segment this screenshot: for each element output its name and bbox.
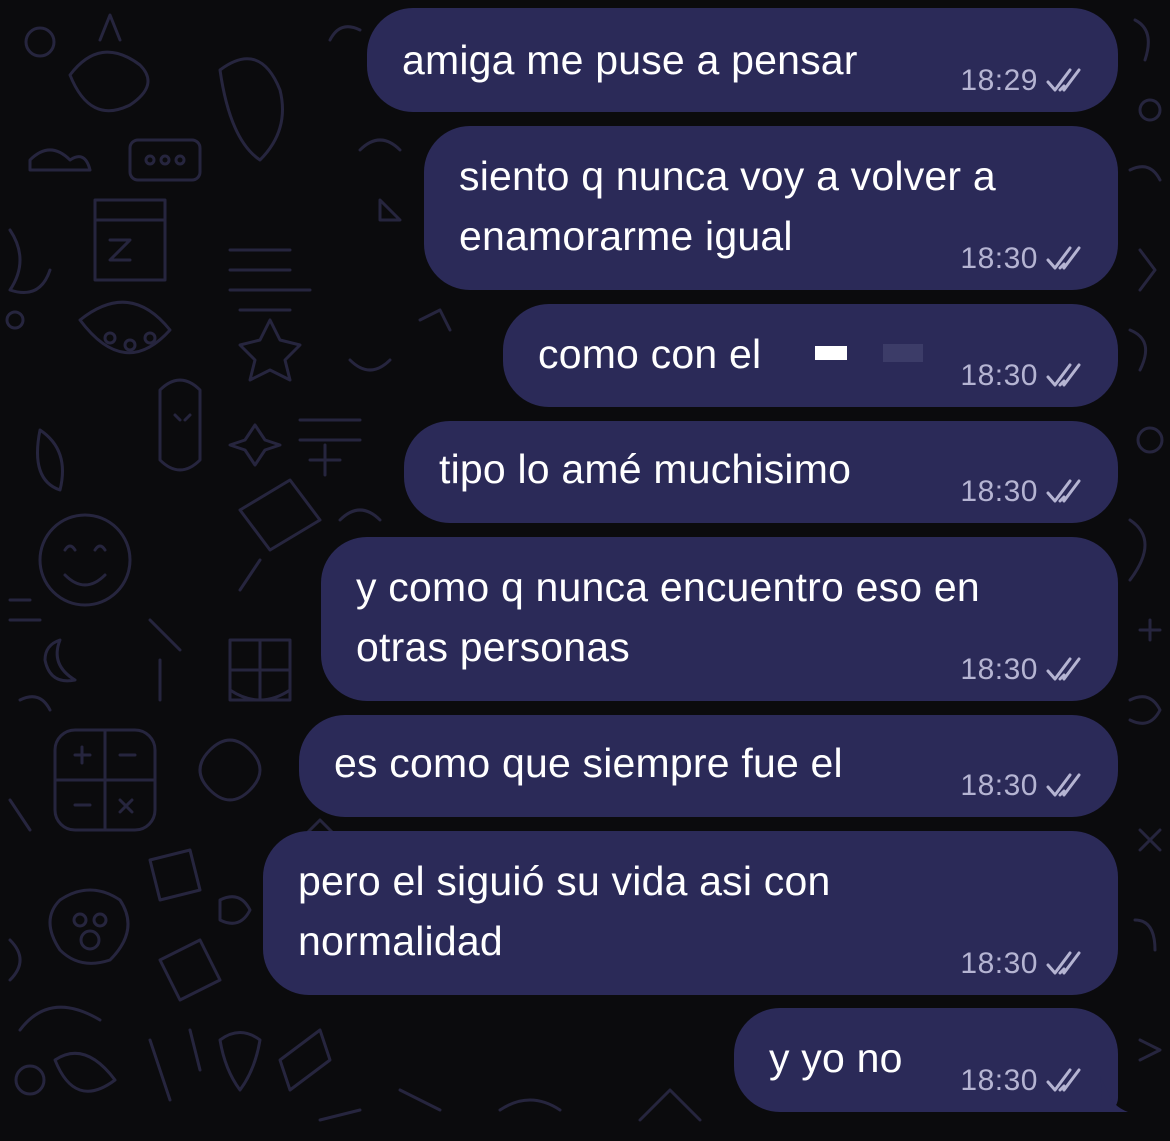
message-meta: 18:29 [960,64,1086,98]
double-check-icon [1046,951,1081,975]
message-text: como con el [538,331,762,377]
redaction-mark [815,346,847,360]
double-check-icon [1046,246,1081,270]
message-time: 18:30 [960,475,1038,508]
double-check-icon [1046,363,1081,387]
message-bubble-2[interactable]: siento q nunca voy a volver a enamorarme… [424,126,1118,290]
bubble-tail [1100,1076,1128,1112]
double-check-icon [1046,657,1081,681]
double-check-icon [1046,479,1081,503]
message-meta: 18:30 [960,359,1086,393]
message-text: y yo no [769,1035,903,1081]
message-time: 18:30 [960,653,1038,686]
message-time: 18:29 [960,64,1038,97]
message-text: tipo lo amé muchisimo [439,446,852,492]
double-check-icon [1046,68,1081,92]
message-meta: 18:30 [960,1064,1086,1098]
message-text-line-1: siento q nunca voy a volver a [459,153,996,199]
message-time: 18:30 [960,359,1038,392]
message-time: 18:30 [960,769,1038,802]
message-text-line-1: pero el siguió su vida asi con [298,858,831,904]
double-check-icon [1046,1068,1081,1092]
message-bubble-6[interactable]: es como que siempre fue el 18:30 [299,715,1118,817]
chat-view[interactable]: amiga me puse a pensar 18:29 siento q nu… [0,0,1170,1141]
message-text-line-1: y como q nunca encuentro eso en [356,564,980,610]
message-bubble-5[interactable]: y como q nunca encuentro eso en otras pe… [321,537,1118,701]
message-text: es como que siempre fue el [334,740,843,786]
message-bubble-3[interactable]: como con el 18:30 [503,294,1118,407]
message-text-line-2: normalidad [298,918,503,964]
message-text-line-2: enamorarme igual [459,213,793,259]
message-bubble-1[interactable]: amiga me puse a pensar 18:29 [367,8,1118,112]
message-text-line-2: otras personas [356,624,631,670]
double-check-icon [1046,773,1081,797]
message-bubble-7[interactable]: pero el siguió su vida asi con normalida… [263,831,1118,995]
message-meta: 18:30 [960,947,1086,981]
message-bubble-8[interactable]: y yo no 18:30 [734,1008,1128,1112]
message-time: 18:30 [960,1064,1038,1097]
message-text: amiga me puse a pensar [402,37,858,83]
message-meta: 18:30 [960,653,1086,687]
message-time: 18:30 [960,947,1038,980]
message-meta: 18:30 [960,475,1086,509]
redaction-blur [883,344,923,362]
message-time: 18:30 [960,242,1038,275]
message-bubble-4[interactable]: tipo lo amé muchisimo 18:30 [404,421,1118,523]
message-meta: 18:30 [960,769,1086,803]
redaction-mark [815,294,851,304]
message-meta: 18:30 [960,242,1086,276]
